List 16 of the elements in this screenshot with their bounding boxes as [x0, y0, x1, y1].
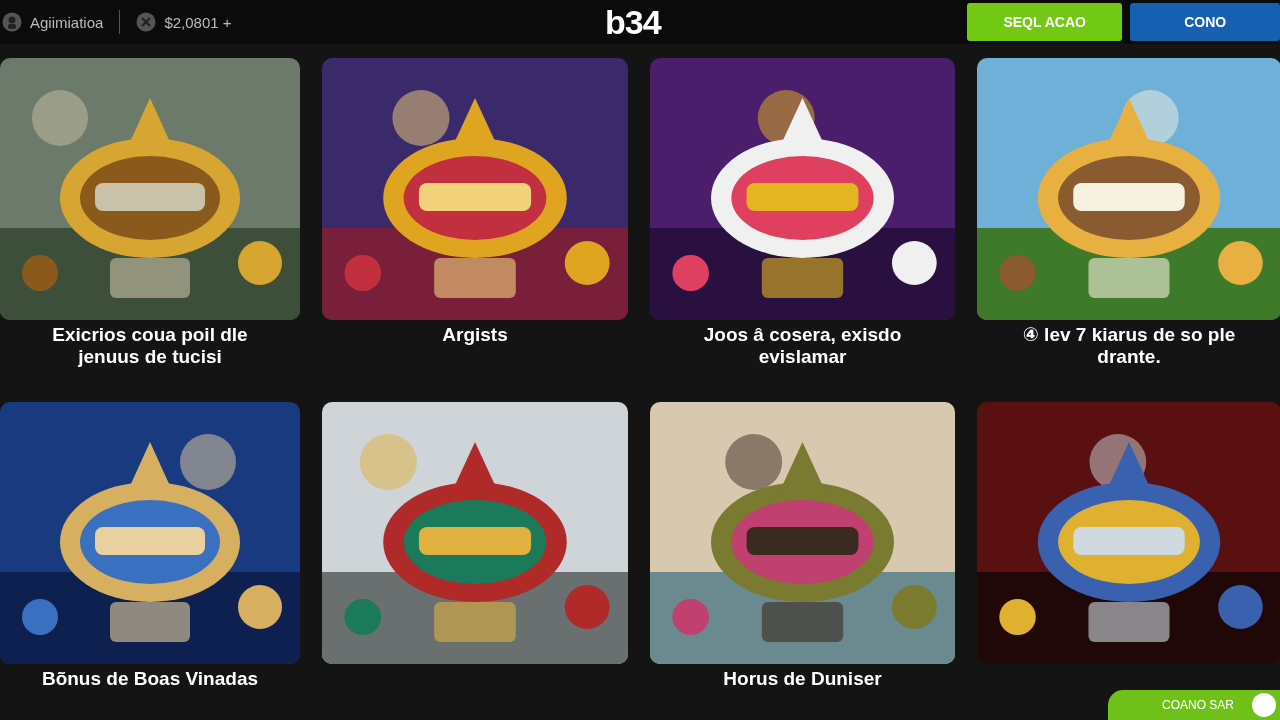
balance: $2,0801 + [164, 13, 232, 31]
game-title: Argists [441, 324, 509, 346]
game-title: Bõnus de Boas Vinadas [40, 668, 260, 690]
toggle-switch[interactable]: COANO SAR [1108, 690, 1280, 720]
header-button[interactable]: SEQL ACAO [966, 3, 1123, 41]
game-title: Joos â cosera, exisdo evislamar [702, 324, 903, 368]
game-title: Exicrios coua poil dle jenuus de tucisi [51, 324, 249, 368]
game-title: Horus de Duniser [722, 668, 883, 690]
game-title: ④ lev 7 kiarus de so ple drante. [1021, 324, 1237, 368]
close-circle-icon [136, 12, 157, 32]
logo: b34 [605, 2, 663, 42]
header-button[interactable]: CONO [1130, 3, 1280, 41]
toggle-label: COANO SAR [1162, 698, 1234, 712]
account-name: Agiimiatioa [30, 13, 104, 31]
toggle-knob [1252, 693, 1276, 717]
account-icon [2, 12, 22, 32]
